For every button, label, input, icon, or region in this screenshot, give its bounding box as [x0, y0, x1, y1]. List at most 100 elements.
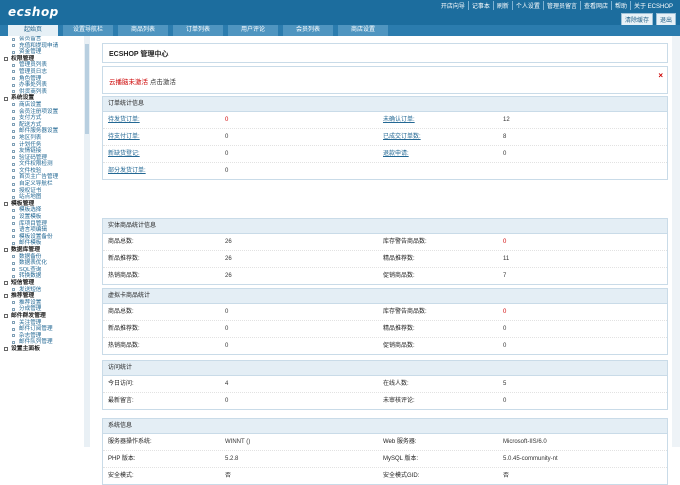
stat-label: 服务器操作系统: — [108, 439, 152, 445]
top-link[interactable]: 刷新 — [492, 1, 512, 10]
sidebar-item[interactable]: 数据表优化 — [0, 260, 84, 267]
sidebar-item[interactable]: 邮件队列管理 — [0, 339, 84, 346]
stat-label: 商品总数: — [108, 239, 134, 245]
activate-link[interactable]: 点击激活 — [150, 79, 176, 86]
nav-tab[interactable]: 用户评论 — [228, 25, 278, 36]
nav-tab[interactable]: 订单列表 — [173, 25, 223, 36]
top-link[interactable]: 个人设置 — [511, 1, 543, 10]
top-link[interactable]: 管理员留言 — [542, 1, 580, 10]
close-icon[interactable]: × — [658, 71, 663, 80]
stat-label: 商品总数: — [108, 309, 134, 315]
nav-tab[interactable]: 会员列表 — [283, 25, 333, 36]
sidebar-category[interactable]: 邮件群发管理 — [0, 313, 84, 320]
sidebar-item[interactable]: 自定义导航栏 — [0, 181, 84, 188]
sidebar-category[interactable]: 模板管理 — [0, 201, 84, 208]
sidebar-item[interactable]: 模板设置备份 — [0, 234, 84, 241]
sidebar-item[interactable]: 文件权限检测 — [0, 161, 84, 168]
sidebar-item[interactable]: 会员注册项设置 — [0, 109, 84, 116]
sidebar-item[interactable]: 会员留言 — [0, 36, 84, 43]
stats-row: 待发货订单: 0 未确认订单: 12 — [103, 112, 667, 129]
sidebar-scrollbar[interactable] — [84, 36, 90, 447]
stats-row: 新品推荐数: 0 精品推荐数: 0 — [103, 321, 667, 338]
stat-label[interactable]: 新缺货登记: — [108, 146, 140, 162]
sidebar-category[interactable]: 设置主面板 — [0, 346, 84, 353]
section-title: 订单统计信息 — [103, 97, 667, 112]
stat-value: 12 — [503, 117, 510, 123]
sidebar-category[interactable]: 推荐管理 — [0, 293, 84, 300]
sidebar-category[interactable]: 数据库管理 — [0, 247, 84, 254]
sidebar-menu: 会员留言 充值和提现申请 资金管理 权限管理 管理员列表 管理员日志 角色管理 办事处列表 供货… — [0, 36, 85, 447]
top-link[interactable]: 开店向导 — [438, 1, 468, 10]
stats-row: 商品总数: 0 库存警告商品数: 0 — [103, 304, 667, 321]
stat-label[interactable]: 待发货订单: — [108, 112, 140, 128]
top-link[interactable]: 查看网店 — [579, 1, 611, 10]
stat-label[interactable]: 部分发货订单: — [108, 163, 146, 179]
sidebar-item[interactable]: 邮件订阅管理 — [0, 326, 84, 333]
nav-tab[interactable]: 商店设置 — [338, 25, 388, 36]
nav-tab[interactable]: 起始页 — [8, 25, 58, 36]
stat-label: 今日访问: — [108, 381, 134, 387]
main-content: ECSHOP 管理中心 云播脑未激活 点击激活 × 订单统计信息 待发货订单: 0 未… — [96, 36, 668, 485]
sidebar-item[interactable]: 支付方式 — [0, 115, 84, 122]
sidebar-item[interactable]: 充值和提现申请 — [0, 43, 84, 50]
sidebar-item[interactable]: 管理员日志 — [0, 69, 84, 76]
stat-label[interactable]: 待支付订单: — [108, 129, 140, 145]
sidebar-item[interactable]: 邮件模板 — [0, 240, 84, 247]
stat-value: 0 — [503, 326, 507, 332]
stat-label: 在线人数: — [383, 381, 409, 387]
stat-value: 8 — [503, 134, 507, 140]
stat-label: 库存警告商品数: — [383, 239, 427, 245]
top-link[interactable]: 帮助 — [610, 1, 630, 10]
stats-row: 商品总数: 26 库存警告商品数: 0 — [103, 234, 667, 251]
section-title: 访问统计 — [103, 361, 667, 376]
nav-tab[interactable]: 商品列表 — [118, 25, 168, 36]
stat-value: 0 — [225, 309, 229, 315]
stat-label: PHP 版本: — [108, 456, 136, 462]
stat-value: 26 — [225, 273, 232, 279]
stat-value: Microsoft-IIS/6.0 — [503, 439, 547, 445]
sidebar-item[interactable]: 办事处列表 — [0, 82, 84, 89]
sidebar-category[interactable]: 短信管理 — [0, 280, 84, 287]
sidebar-item[interactable]: 推荐设置 — [0, 300, 84, 307]
sidebar-item[interactable]: SQL查询 — [0, 267, 84, 274]
stats-row: 最新留言: 0 未审核评论: 0 — [103, 393, 667, 409]
stat-value: 0 — [225, 134, 229, 140]
stat-label: 热销商品数: — [108, 343, 140, 349]
sidebar-category[interactable]: 系统设置 — [0, 95, 84, 102]
stat-label: 热销商品数: — [108, 273, 140, 279]
sidebar-item[interactable]: 邮件服务器设置 — [0, 128, 84, 135]
sidebar-item[interactable]: 模板选择 — [0, 207, 84, 214]
nav-tab[interactable]: 设置导航栏 — [63, 25, 113, 36]
sidebar-item[interactable]: 地区列表 — [0, 135, 84, 142]
stat-label: Web 服务器: — [383, 439, 417, 445]
stat-value: 0 — [225, 398, 229, 404]
nav-tabs: 起始页 设置导航栏 商品列表 订单列表 用户评论 会员列表 商店设置 — [0, 25, 680, 36]
stat-label[interactable]: 未确认订单: — [383, 112, 415, 128]
sidebar-item[interactable]: 商店设置 — [0, 102, 84, 109]
stat-label: 最新留言: — [108, 398, 134, 404]
stat-value: 0 — [225, 151, 229, 157]
sidebar-item[interactable]: 分成管理 — [0, 306, 84, 313]
page-title: ECSHOP 管理中心 — [109, 51, 169, 58]
stat-label[interactable]: 退款申请: — [383, 146, 409, 162]
sidebar-item[interactable]: 转换数据 — [0, 273, 84, 280]
sidebar-item[interactable]: 站点地图 — [0, 194, 84, 201]
sidebar-item[interactable]: 设置模板 — [0, 214, 84, 221]
sidebar-item[interactable]: 语言项编辑 — [0, 227, 84, 234]
sidebar-item[interactable]: 友情链接 — [0, 148, 84, 155]
sidebar-item[interactable]: 管理员列表 — [0, 62, 84, 69]
stat-label[interactable]: 已成交订单数: — [383, 129, 421, 145]
top-link[interactable]: 关于 ECSHOP — [629, 1, 676, 10]
sidebar-item[interactable]: 资金管理 — [0, 49, 84, 56]
stat-value: 5.2.8 — [225, 456, 239, 462]
stat-value: 0 — [225, 117, 229, 123]
main-scrollbar[interactable] — [672, 36, 680, 447]
top-links: 开店向导 记事本 刷新 个人设置 管理员留言 查看网店 帮助 关于 ECSHOP — [438, 1, 676, 10]
sidebar-item[interactable]: 授权证书 — [0, 188, 84, 195]
top-link[interactable]: 记事本 — [467, 1, 493, 10]
scroll-thumb[interactable] — [85, 44, 89, 134]
sidebar-item[interactable]: 计划任务 — [0, 142, 84, 149]
stat-label: 精品推荐数: — [383, 326, 415, 332]
page-title-box: ECSHOP 管理中心 — [102, 43, 668, 63]
alert-message: 云播脑未激活 — [109, 79, 148, 86]
